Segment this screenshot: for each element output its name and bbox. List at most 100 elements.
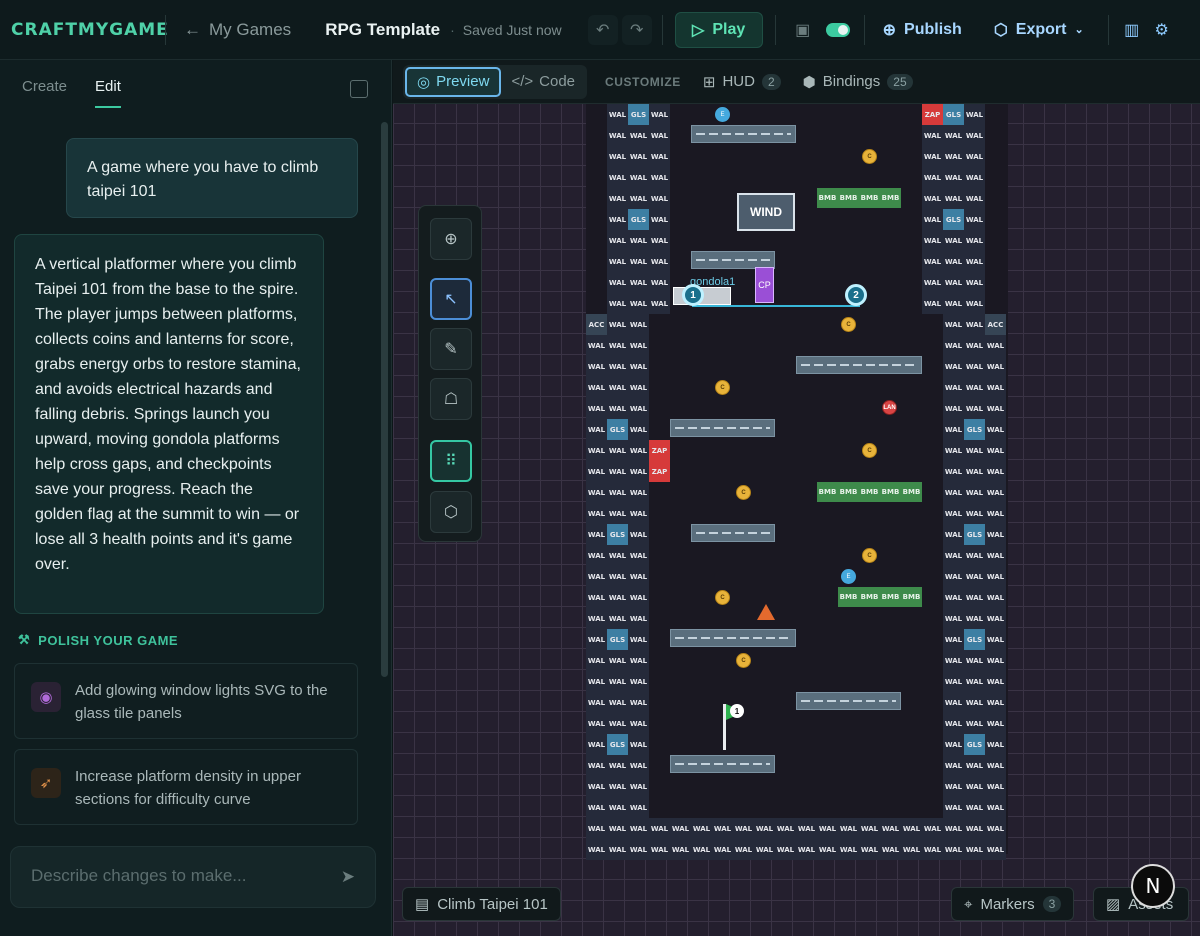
export-button[interactable]: ⬡ Export ⌄ xyxy=(994,20,1084,40)
wall-tile: WAL xyxy=(943,692,964,713)
wall-tile: WAL xyxy=(628,293,649,314)
wall-tile: WAL xyxy=(649,272,670,293)
markers-button[interactable]: ⌖ Markers 3 xyxy=(951,887,1075,921)
wall-tile: WAL xyxy=(691,818,712,839)
suggestion-card[interactable]: ➶ Increase platform density in upper sec… xyxy=(14,749,358,825)
objects-tool-button[interactable]: ⬡ xyxy=(430,491,472,533)
tab-edit[interactable]: Edit xyxy=(95,78,121,108)
wall-tile: WAL xyxy=(943,734,964,755)
wall-tile: WAL xyxy=(943,545,964,566)
bomb-tiles: BMB BMB BMB BMB BMB xyxy=(817,482,922,502)
wall-tile: WAL xyxy=(628,608,649,629)
wall-tile: WAL xyxy=(964,587,985,608)
analytics-button[interactable]: ▥ xyxy=(1117,15,1147,45)
wall-tile: WAL xyxy=(901,839,922,860)
wall-tile: WAL xyxy=(586,482,607,503)
save-button[interactable]: ▣ xyxy=(788,15,818,45)
wall-tile: WAL xyxy=(649,251,670,272)
wall-tile: WAL xyxy=(712,818,733,839)
tab-create[interactable]: Create xyxy=(22,78,67,108)
wall-tile: WAL xyxy=(964,713,985,734)
glass-tile: GLS xyxy=(964,629,985,650)
checkpoint[interactable]: CP xyxy=(755,267,774,303)
send-icon[interactable]: ➤ xyxy=(341,867,355,887)
wall-tile: WAL xyxy=(985,419,1006,440)
project-title[interactable]: RPG Template xyxy=(325,20,440,40)
wall-tile: WAL xyxy=(607,335,628,356)
settings-button[interactable]: ⚙ xyxy=(1147,15,1177,45)
wall-tile: WAL xyxy=(964,839,985,860)
wall-tile: WAL xyxy=(943,818,964,839)
wall-tile: WAL xyxy=(964,503,985,524)
path-waypoint[interactable]: 1 xyxy=(682,284,704,306)
tab-preview[interactable]: ◎ Preview xyxy=(405,66,502,97)
wall-tile: WAL xyxy=(838,839,859,860)
brush-tool-button[interactable]: ✎ xyxy=(430,328,472,370)
glass-tile: GLS xyxy=(628,209,649,230)
tab-code[interactable]: </> Code xyxy=(501,67,585,97)
hud-label: HUD xyxy=(722,73,755,90)
autosave-toggle[interactable] xyxy=(825,22,850,37)
chat-input[interactable]: Describe changes to make... ➤ xyxy=(10,846,376,908)
wall-tile: WAL xyxy=(943,335,964,356)
wall-tile: WAL xyxy=(964,251,985,272)
flag-number: 1 xyxy=(730,704,744,718)
wall-tile: WAL xyxy=(964,440,985,461)
eye-icon: ◎ xyxy=(417,73,431,91)
chevron-down-icon: ⌄ xyxy=(1074,24,1084,36)
wall-tile: WAL xyxy=(964,146,985,167)
wall-tile: WAL xyxy=(586,587,607,608)
wall-tile: WAL xyxy=(607,167,628,188)
wall-tile: WAL xyxy=(964,209,985,230)
level-map[interactable]: WALGLSWALWALGLSWALWALWALWALWALWALWALWALW… xyxy=(586,104,1008,860)
path-waypoint[interactable]: 2 xyxy=(845,284,867,306)
wall-tile: WAL xyxy=(586,545,607,566)
play-button[interactable]: ▷ Play xyxy=(674,11,763,48)
wall-tile: WAL xyxy=(628,734,649,755)
wall-tile: WAL xyxy=(607,440,628,461)
wall-tile: WAL xyxy=(586,671,607,692)
hud-button[interactable]: ⊞ HUD 2 xyxy=(703,73,781,91)
wind-zone[interactable]: WIND xyxy=(737,193,795,231)
customize-label: CUSTOMIZE xyxy=(605,74,681,89)
back-label: My Games xyxy=(209,19,292,39)
wall-tile: WAL xyxy=(880,818,901,839)
coin: C xyxy=(736,485,751,500)
grid-icon: ⊞ xyxy=(702,73,716,91)
cursor-icon: ↖ xyxy=(444,291,458,308)
publish-button[interactable]: ⊕ Publish xyxy=(883,20,962,40)
glass-tile: GLS xyxy=(943,104,964,125)
map-name-button[interactable]: ▤ Climb Taipei 101 xyxy=(402,887,561,921)
wall-tile: WAL xyxy=(628,356,649,377)
glass-tile: GLS xyxy=(964,524,985,545)
wall-tile: WAL xyxy=(607,461,628,482)
markers-label: Markers xyxy=(980,895,1035,913)
play-icon: ▷ xyxy=(692,21,705,39)
wall-tile: WAL xyxy=(628,524,649,545)
divider xyxy=(774,14,776,45)
wall-tile: WAL xyxy=(607,398,628,419)
sidebar-scrollbar[interactable] xyxy=(381,122,388,677)
wall-tile: WAL xyxy=(607,839,628,860)
tiles-tool-button[interactable]: ⠿ xyxy=(430,440,472,482)
collapse-sidebar-icon[interactable] xyxy=(350,80,368,98)
wall-tile: WAL xyxy=(586,524,607,545)
select-tool-button[interactable]: ↖ xyxy=(430,278,472,320)
wall-tile: WAL xyxy=(649,209,670,230)
access-tile: ACC xyxy=(985,314,1006,335)
entity-tool-button[interactable]: ☖ xyxy=(430,378,472,420)
glass-tile: GLS xyxy=(607,419,628,440)
wall-tile: WAL xyxy=(985,734,1006,755)
undo-button[interactable]: ↶ xyxy=(587,14,618,45)
moving-platform xyxy=(691,524,775,542)
view-toggle: ◎ Preview </> Code xyxy=(403,64,587,99)
suggestion-card[interactable]: ◉ Add glowing window lights SVG to the g… xyxy=(14,663,358,739)
wall-tile: WAL xyxy=(985,776,1006,797)
redo-button[interactable]: ↷ xyxy=(621,14,652,45)
back-to-my-games-link[interactable]: ← My Games xyxy=(166,20,309,40)
bindings-button[interactable]: ⬢ Bindings 25 xyxy=(803,73,913,91)
app-logo[interactable]: CRAFTMYGAME xyxy=(0,20,168,40)
world-tool-button[interactable]: ⊕ xyxy=(430,218,472,260)
wall-tile: WAL xyxy=(628,167,649,188)
nextjs-badge[interactable]: N xyxy=(1131,864,1175,908)
